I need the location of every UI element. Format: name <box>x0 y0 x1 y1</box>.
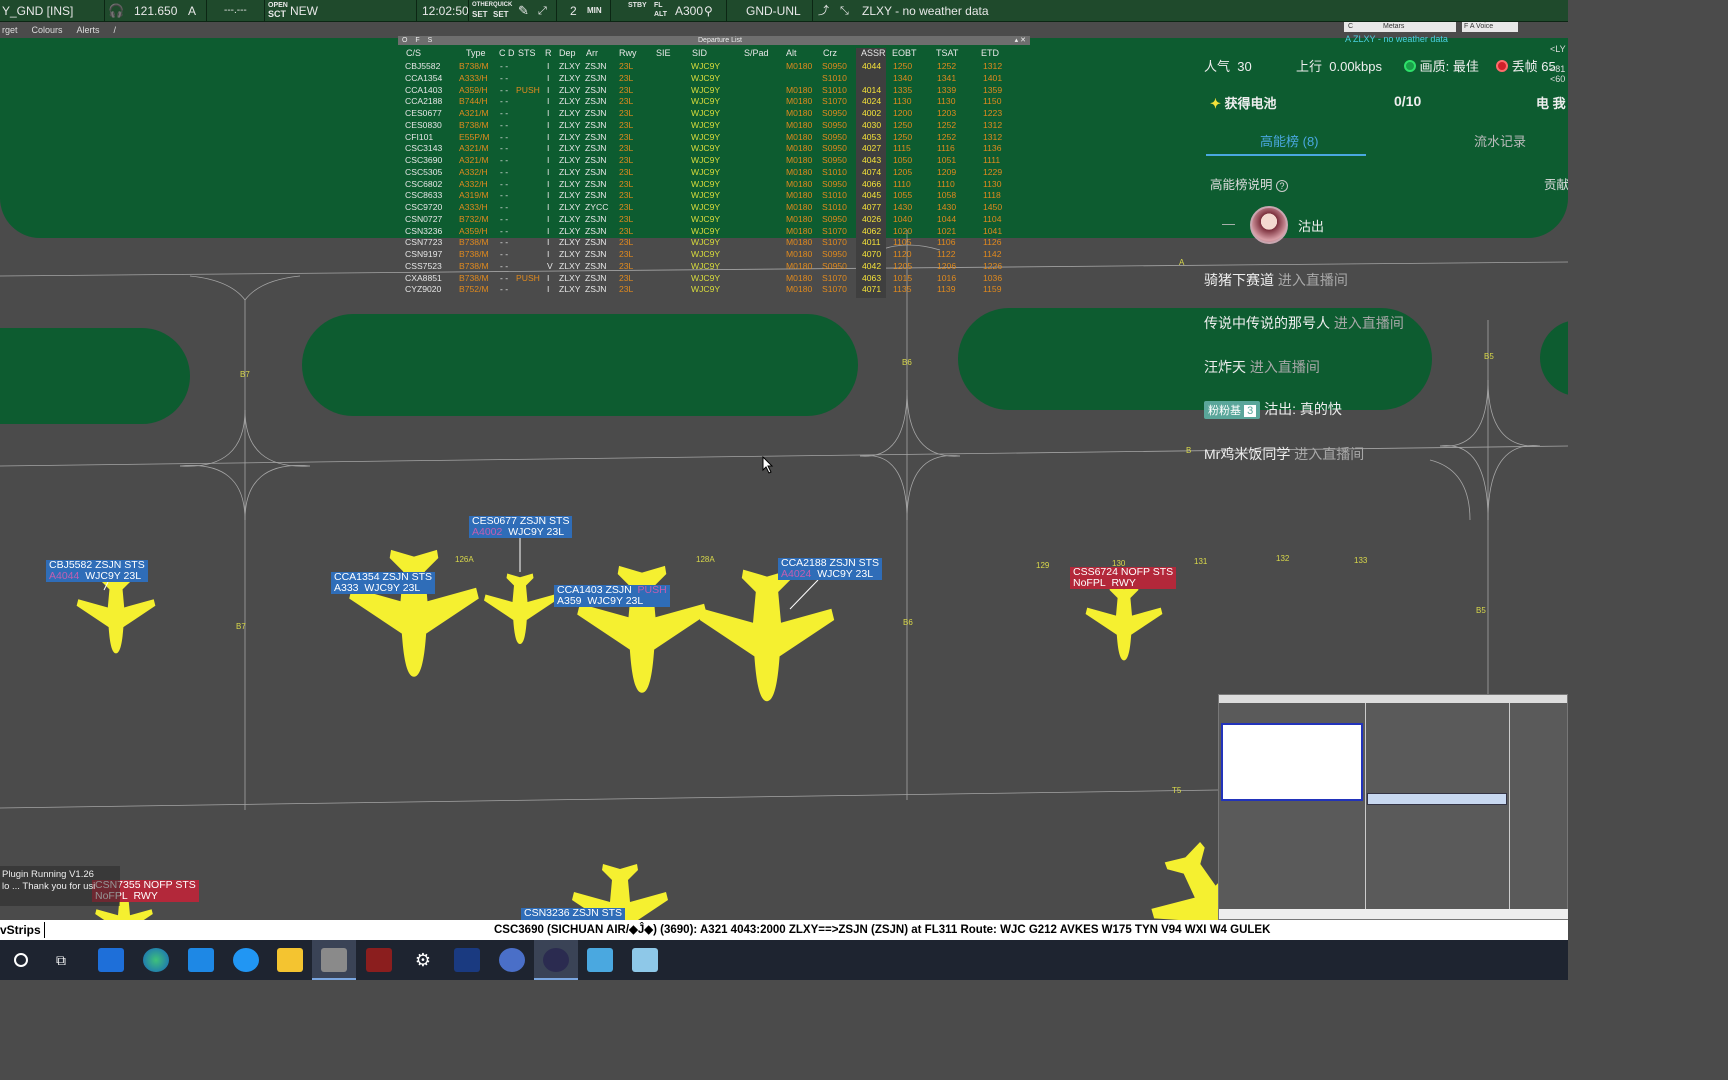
tag-line1: CSN3236 ZSJN STS <box>524 908 623 919</box>
aircraft-info-line: CSC3690 (SICHUAN AIR/◆Ĵ◆) (3690): A321 4… <box>494 924 1271 936</box>
aircraft-cca1354[interactable] <box>349 549 479 677</box>
calculator-icon[interactable] <box>454 948 480 972</box>
app-star-icon[interactable] <box>587 948 613 972</box>
tag-sid: WJC9Y 23L <box>364 582 421 594</box>
thumb-strip <box>1367 793 1507 805</box>
aircraft-cca2188[interactable] <box>699 569 835 702</box>
tag-squawk: A4024 <box>781 568 812 580</box>
tag-sid: WJC9Y 23L <box>508 526 565 538</box>
thumb-menubar <box>1219 695 1567 703</box>
aircraft-tag[interactable]: CCA1354 ZSJN STS A333 WJC9Y 23L <box>331 572 436 594</box>
aircraft-tag[interactable]: CCA2188 ZSJN STS A4024 WJC9Y 23L <box>778 558 883 580</box>
tag-rwy: RWY <box>133 890 158 902</box>
app-x-icon[interactable] <box>543 948 569 972</box>
window-preview-thumbnail[interactable] <box>1218 694 1568 920</box>
app-circle-icon[interactable] <box>499 948 525 972</box>
plugin-message: Plugin Running V1.26 lo ... Thank you fo… <box>0 866 120 906</box>
tag-rwy: RWY <box>1111 577 1136 589</box>
windows-taskbar: ⧉ ⚙ <box>0 940 1568 980</box>
thumb-divider <box>1509 703 1510 919</box>
aircraft-tag[interactable]: CES0677 ZSJN STS A4002 WJC9Y 23L <box>469 516 573 538</box>
command-input-cursor[interactable] <box>44 922 45 938</box>
mouse-cursor-icon <box>762 456 774 474</box>
tag-sid: WJC9Y 23L <box>817 568 874 580</box>
tag-line2: A4044 WJC9Y 23L <box>49 571 145 582</box>
tag-type: A359 <box>557 595 582 607</box>
tag-line2: NoFPL RWY <box>1073 578 1173 589</box>
tag-squawk: A4044 <box>49 570 80 582</box>
tag-line2: A333 WJC9Y 23L <box>334 583 432 594</box>
atc-radar-window: { "toolbar": { "position": "Y_GND [INS]"… <box>0 0 1568 980</box>
tag-sid: WJC9Y 23L <box>85 570 142 582</box>
store-icon[interactable] <box>98 948 124 972</box>
tag-line2: A359 WJC9Y 23L <box>557 596 667 607</box>
vstrips-label[interactable]: vStrips <box>0 920 41 940</box>
aircraft-tag[interactable]: CBJ5582 ZSJN STS A4044 WJC9Y 23L <box>46 560 148 582</box>
tag-type: A333 <box>334 582 359 594</box>
thumb-footer <box>1219 909 1568 919</box>
thumb-divider <box>1365 703 1366 919</box>
file-explorer-icon[interactable] <box>277 948 303 972</box>
settings-icon[interactable]: ⚙ <box>410 948 436 972</box>
aircraft-tag[interactable]: CSN3236 ZSJN STS <box>521 908 626 920</box>
mail-icon[interactable] <box>188 948 214 972</box>
aircraft-cbj5582[interactable] <box>76 576 156 654</box>
edge-icon[interactable] <box>143 948 169 972</box>
plugin-line: lo ... Thank you for usi <box>2 881 96 892</box>
thumb-panel <box>1221 723 1363 801</box>
vpilot-icon[interactable] <box>366 948 392 972</box>
app-avatar-icon[interactable] <box>632 948 658 972</box>
tag-line2: A4024 WJC9Y 23L <box>781 569 879 580</box>
search-circle-icon[interactable] <box>14 953 28 967</box>
ie-icon[interactable] <box>233 948 259 972</box>
plugin-line: Plugin Running V1.26 <box>2 869 94 880</box>
aircraft-tag[interactable]: CCA1403 ZSJN PUSH A359 WJC9Y 23L <box>554 585 670 607</box>
tag-nofpl: NoFPL <box>1073 577 1106 589</box>
command-bar: vStrips CSC3690 (SICHUAN AIR/◆Ĵ◆) (3690)… <box>0 920 1568 940</box>
aircraft-css6724[interactable] <box>1085 585 1163 661</box>
aircraft-ces0677[interactable] <box>484 573 556 645</box>
task-view-icon[interactable]: ⧉ <box>56 952 66 969</box>
tag-sid: WJC9Y 23L <box>587 595 644 607</box>
tag-line2: A4002 WJC9Y 23L <box>472 527 569 538</box>
euroscope-icon[interactable] <box>321 948 347 972</box>
aircraft-tag[interactable]: CSS6724 NOFP STS NoFPL RWY <box>1070 567 1177 589</box>
tag-squawk: A4002 <box>472 526 503 538</box>
